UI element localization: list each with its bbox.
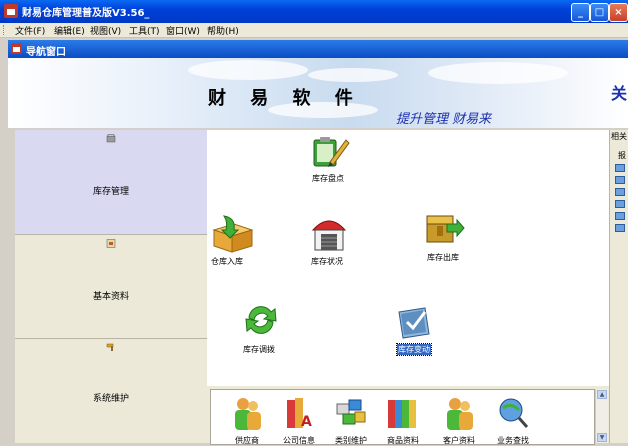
window-title: 财易仓库管理普及版V3.56_	[22, 8, 150, 19]
title-bar: 财易仓库管理普及版V3.56_ _ □ ×	[0, 0, 628, 23]
navigation-window-label: 导航窗口	[26, 47, 66, 58]
window-icon	[11, 43, 22, 54]
transfer-label: 库存调拨	[243, 345, 275, 354]
scroll-down-icon[interactable]: ▼	[597, 433, 607, 442]
box-in-icon	[212, 215, 254, 253]
report-icon[interactable]	[615, 164, 625, 172]
stock-out-label: 库存出库	[427, 253, 459, 262]
report-icon[interactable]	[615, 224, 625, 232]
sidebar-item-system[interactable]: 系统维护	[15, 339, 207, 443]
customer-info-button[interactable]: 客户资料	[433, 394, 485, 445]
quick-access-list: 供应商 A 公司信息 类别维护 商品资料 客户资料 业务查找	[210, 389, 595, 445]
menu-view[interactable]: 视图(V)	[90, 24, 121, 37]
menu-grip	[3, 25, 6, 35]
refresh-icon	[245, 306, 277, 334]
report-icon[interactable]	[615, 188, 625, 196]
minimize-button[interactable]: _	[571, 3, 590, 22]
report-icon[interactable]	[615, 212, 625, 220]
product-info-label: 商品资料	[387, 436, 419, 445]
checklist-icon	[398, 307, 430, 339]
stock-changes-button[interactable]: 库存变动	[395, 302, 440, 357]
inventory-count-button[interactable]: 库存盘点	[310, 132, 355, 187]
globe-search-icon	[499, 398, 529, 428]
company-info-label: 公司信息	[283, 436, 315, 445]
stock-out-button[interactable]: 库存出库	[425, 210, 470, 265]
menu-tools[interactable]: 工具(T)	[129, 24, 160, 37]
quick-access-scrollbar[interactable]: ▲ ▼	[595, 389, 608, 443]
transfer-button[interactable]: 库存调拨	[241, 300, 286, 355]
slogan-text: 提升管理 财易来	[396, 112, 492, 127]
business-search-label: 业务查找	[497, 436, 529, 445]
sidebar-item-basic-info[interactable]: 基本资料	[15, 235, 207, 339]
main-panel: 库存盘点 仓库入库 库存状况 库存出库 库存调拨 库存变动	[207, 130, 609, 386]
menu-help[interactable]: 帮助(H)	[207, 24, 239, 37]
app-icon[interactable]	[4, 4, 18, 18]
quick-access-strip: 供应商 A 公司信息 类别维护 商品资料 客户资料 业务查找 ▲ ▼	[207, 386, 609, 445]
box-icon	[106, 134, 116, 143]
stock-changes-label: 库存变动	[396, 343, 432, 356]
category-label: 类别维护	[335, 436, 367, 445]
sidebar: 库存管理 基本资料 系统维护	[15, 130, 207, 443]
customers-icon	[447, 398, 473, 430]
people-icon	[235, 398, 261, 430]
banner-right-text[interactable]: 关	[611, 80, 627, 104]
hammer-icon	[106, 343, 114, 351]
menu-window[interactable]: 窗口(W)	[166, 24, 200, 37]
stock-in-button[interactable]: 仓库入库	[210, 214, 260, 269]
stock-status-button[interactable]: 库存状况	[309, 212, 354, 267]
blocks-icon	[336, 399, 366, 425]
menu-bar: 文件(F) 编辑(E) 视图(V) 工具(T) 窗口(W) 帮助(H)	[0, 23, 628, 38]
supplier-button[interactable]: 供应商	[221, 394, 273, 445]
navigation-window-title: 导航窗口	[8, 40, 628, 58]
maximize-button[interactable]: □	[590, 3, 609, 22]
stock-status-label: 库存状况	[311, 257, 343, 266]
document-icon	[106, 239, 116, 248]
sidebar-item-inventory[interactable]: 库存管理	[15, 130, 207, 235]
books-icon: A	[287, 398, 312, 430]
sidebar-item-label: 库存管理	[92, 187, 129, 197]
company-info-button[interactable]: A 公司信息	[273, 394, 325, 445]
warehouse-icon	[311, 220, 347, 251]
product-info-button[interactable]: 商品资料	[377, 394, 429, 445]
supplier-label: 供应商	[235, 436, 259, 445]
business-search-button[interactable]: 业务查找	[487, 394, 539, 445]
related-panel-label: 相关	[611, 132, 627, 141]
stock-in-label: 仓库入库	[211, 257, 243, 266]
customer-info-label: 客户资料	[443, 436, 475, 445]
menu-file[interactable]: 文件(F)	[15, 24, 45, 37]
sidebar-item-label: 系统维护	[92, 394, 129, 404]
svg-text:A: A	[301, 414, 312, 430]
binders-icon	[388, 400, 416, 428]
banner: 财 易 软 件 提升管理 财易来 关	[8, 58, 628, 128]
sidebar-item-label: 基本资料	[92, 292, 129, 302]
brand-text: 财 易 软 件	[208, 88, 362, 109]
menu-edit[interactable]: 编辑(E)	[54, 24, 85, 37]
box-out-icon	[426, 215, 465, 243]
scroll-up-icon[interactable]: ▲	[597, 390, 607, 399]
report-icon[interactable]	[615, 176, 625, 184]
report-icon[interactable]	[615, 200, 625, 208]
related-panel: 相关 报	[609, 130, 628, 443]
close-button[interactable]: ×	[609, 3, 628, 22]
inventory-count-label: 库存盘点	[312, 174, 344, 183]
category-button[interactable]: 类别维护	[325, 394, 377, 445]
clipboard-pen-icon	[313, 137, 350, 167]
report-label: 报	[618, 151, 626, 160]
